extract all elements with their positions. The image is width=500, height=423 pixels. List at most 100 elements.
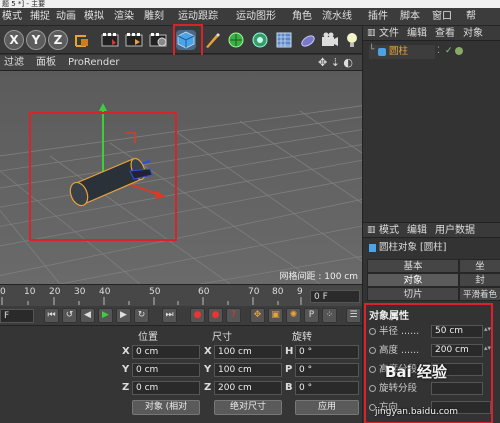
tab-coord[interactable]: 坐 [459, 259, 500, 273]
deformer-icon[interactable] [274, 30, 294, 50]
stepper-icon[interactable]: ▴▾ [484, 344, 491, 352]
menu-character[interactable]: 角色 [292, 8, 312, 25]
cylinder-object-icon [378, 48, 386, 56]
menu-script[interactable]: 脚本 [400, 8, 420, 25]
timeline-menu-icon[interactable]: ☰ [346, 308, 361, 323]
next-frame-icon[interactable]: ▶ [116, 308, 131, 323]
pen-icon[interactable] [202, 30, 222, 50]
timeline-tick: 20 [49, 287, 61, 297]
keyframe-selection-icon[interactable]: ? [226, 308, 241, 323]
tab-caps[interactable]: 封 [459, 273, 500, 287]
watermark-brand: Bai 经验 [385, 363, 447, 381]
3d-viewport[interactable]: 网格间距 : 100 cm [0, 71, 362, 284]
param-keyframe-icon[interactable] [369, 366, 376, 373]
tab-basic[interactable]: 基本 [367, 259, 459, 273]
object-row-cylinder[interactable]: └ 圆柱 [369, 45, 435, 59]
timeline-tick: 50 [149, 287, 161, 297]
play-icon[interactable]: ▶ [98, 308, 113, 323]
environment-icon[interactable] [298, 30, 318, 50]
menu-render[interactable]: 渲染 [114, 8, 134, 25]
am-menu-mode[interactable]: 模式 [379, 223, 399, 238]
camera-icon[interactable] [320, 30, 340, 50]
previous-key-icon[interactable]: ↺ [62, 308, 77, 323]
go-to-end-icon[interactable]: ⏭ [162, 308, 177, 323]
size-x-field[interactable]: 100 cm [214, 345, 282, 359]
param-keyframe-icon[interactable] [369, 385, 376, 392]
om-menu-file[interactable]: 文件 [379, 26, 399, 41]
stepper-icon[interactable]: ▴▾ [484, 325, 491, 333]
menu-sculpt[interactable]: 雕刻 [144, 8, 164, 25]
size-mode-select[interactable]: 绝对尺寸 [214, 400, 282, 415]
object-manager: ▥ 文件 编辑 查看 对象 └ 圆柱 ⁚ ✓ [362, 26, 500, 222]
coordinate-mode-select[interactable]: 对象 (相对 [132, 400, 200, 415]
size-y-field[interactable]: 100 cm [214, 363, 282, 377]
tab-slice[interactable]: 切片 [367, 287, 459, 301]
om-menu-edit[interactable]: 编辑 [407, 26, 427, 41]
go-to-start-icon[interactable]: ⏮ [44, 308, 59, 323]
light-icon[interactable] [342, 30, 362, 50]
menu-motion-tracking[interactable]: 运动跟踪 [178, 8, 218, 25]
param-key-icon[interactable]: P [304, 308, 319, 323]
tab-phong[interactable]: 平滑着色 [459, 287, 500, 301]
pos-y-field[interactable]: 0 cm [132, 363, 200, 377]
z-axis-lock-button[interactable]: Z [48, 30, 68, 50]
x-axis-lock-button[interactable]: X [4, 30, 24, 50]
render-picture-viewer-icon[interactable] [124, 30, 144, 50]
param-keyframe-icon[interactable] [369, 347, 376, 354]
current-frame-field[interactable]: 0 F [310, 290, 360, 303]
move-key-icon[interactable]: ✥ [250, 308, 265, 323]
pla-key-icon[interactable]: ⁘ [322, 308, 337, 323]
viewport-menu-prorender[interactable]: ProRender [68, 55, 119, 71]
size-z-field[interactable]: 200 cm [214, 381, 282, 395]
cylinder-object-icon [369, 244, 376, 252]
render-view-icon[interactable] [100, 30, 120, 50]
render-settings-icon[interactable] [148, 30, 168, 50]
rot-p-field[interactable]: 0 ° [295, 363, 359, 377]
enable-check-icon[interactable]: ✓ [445, 46, 453, 56]
next-key-icon[interactable]: ↻ [134, 308, 149, 323]
rotate-key-icon[interactable]: ✺ [286, 308, 301, 323]
rotation-header: 旋转 [292, 332, 312, 343]
previous-frame-icon[interactable]: ◀ [80, 308, 95, 323]
y-axis-lock-button[interactable]: Y [26, 30, 46, 50]
menu-help[interactable]: 帮 [466, 8, 476, 25]
menu-mograph[interactable]: 运动图形 [236, 8, 276, 25]
am-menu-edit[interactable]: 编辑 [407, 223, 427, 238]
apply-button[interactable]: 应用 [295, 400, 359, 415]
am-menu-user-data[interactable]: 用户数据 [435, 223, 475, 238]
rot-h-field[interactable]: 0 ° [295, 345, 359, 359]
menu-plugins[interactable]: 插件 [368, 8, 388, 25]
object-name[interactable]: 圆柱 [389, 45, 408, 59]
tag-icon[interactable] [455, 47, 463, 55]
rot-b-label: B [285, 382, 293, 393]
viewport-menu-panel[interactable]: 面板 [36, 55, 56, 71]
viewport-menu-filter[interactable]: 过滤 [4, 55, 24, 71]
cube-icon[interactable] [176, 30, 196, 50]
menu-window[interactable]: 窗口 [432, 8, 452, 25]
om-menu-object[interactable]: 对象 [463, 26, 483, 41]
mograph-cloner-icon[interactable] [250, 30, 270, 50]
visibility-dots-icon[interactable]: ⁚ [437, 46, 440, 56]
rot-b-field[interactable]: 0 ° [295, 381, 359, 395]
tab-object[interactable]: 对象 [367, 273, 459, 287]
autokey-icon[interactable]: ● [208, 308, 223, 323]
rotation-segments-field[interactable] [431, 382, 483, 395]
radius-field[interactable]: 50 cm [431, 325, 483, 338]
height-field[interactable]: 200 cm [431, 344, 483, 357]
start-frame-field[interactable]: F [0, 309, 34, 323]
record-icon[interactable]: ● [190, 308, 205, 323]
coordinate-system-icon[interactable] [72, 30, 92, 50]
param-keyframe-icon[interactable] [369, 328, 376, 335]
menu-mode[interactable]: 模式 [2, 8, 22, 25]
rot-h-label: H [285, 346, 294, 357]
menu-animate[interactable]: 动画 [56, 8, 76, 25]
om-menu-view[interactable]: 查看 [435, 26, 455, 41]
pos-x-field[interactable]: 0 cm [132, 345, 200, 359]
pos-z-field[interactable]: 0 cm [132, 381, 200, 395]
menu-snap[interactable]: 捕捉 [30, 8, 50, 25]
menu-simulate[interactable]: 模拟 [84, 8, 104, 25]
menu-pipeline[interactable]: 流水线 [322, 8, 352, 25]
timeline[interactable]: 0 10 20 30 40 50 60 70 80 9 0 F [0, 284, 362, 306]
scale-key-icon[interactable]: ▣ [268, 308, 283, 323]
subdivision-icon[interactable] [226, 30, 246, 50]
